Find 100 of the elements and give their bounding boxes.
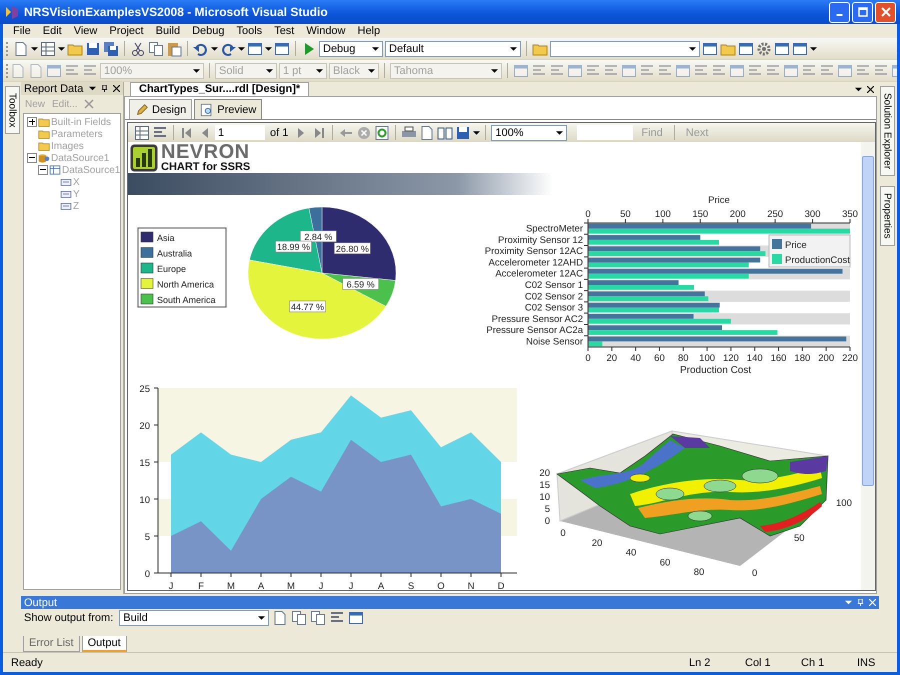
axis-tick-label: 50 xyxy=(794,533,805,544)
stop-icon[interactable] xyxy=(356,124,372,140)
field-icon xyxy=(60,176,72,188)
axis-tick-label: 350 xyxy=(842,209,858,220)
panel-title: Report Data xyxy=(24,82,84,94)
side-tab[interactable]: Properties xyxy=(880,186,894,246)
category-label: Noise Sensor xyxy=(526,336,583,348)
delete-icon[interactable] xyxy=(82,98,95,110)
data-label: 44.77 % xyxy=(289,300,326,312)
axis-tick-label: 160 xyxy=(770,353,786,364)
toolbox-tab[interactable]: Toolbox xyxy=(4,86,20,134)
caret-icon xyxy=(510,46,517,50)
caret-icon[interactable] xyxy=(238,46,245,50)
maximize-icon xyxy=(858,7,868,17)
scissors-icon[interactable] xyxy=(130,40,146,56)
category-label: C02 Sensor 2 xyxy=(524,291,583,302)
axis-tick-label: J xyxy=(318,581,324,592)
caret-icon[interactable] xyxy=(89,85,96,92)
caret-icon xyxy=(266,68,273,72)
window-icon[interactable] xyxy=(247,40,263,56)
axis-tick-label: 0 xyxy=(560,528,566,539)
category-label: Accelerometer 12AHD xyxy=(488,257,583,268)
configuration-dropdown[interactable]: Debug xyxy=(319,40,383,56)
caret-icon[interactable] xyxy=(58,46,65,50)
caret-icon[interactable] xyxy=(31,46,38,50)
find-field[interactable] xyxy=(577,125,634,140)
caret-icon[interactable] xyxy=(265,46,272,50)
close-icon[interactable] xyxy=(113,85,120,92)
menu-item[interactable]: Debug xyxy=(186,25,230,37)
zoom-dropdown[interactable]: 100% xyxy=(491,124,568,140)
menu-item[interactable]: Help xyxy=(352,25,386,37)
axis-tick-label: 10 xyxy=(540,492,550,503)
panel-title: Output xyxy=(24,596,58,608)
grid-icon[interactable] xyxy=(134,124,150,140)
menu-item[interactable]: Edit xyxy=(36,25,68,37)
category-label: C02 Sensor 1 xyxy=(524,280,583,291)
menu-item[interactable]: Window xyxy=(300,25,352,37)
clipboard-icon[interactable] xyxy=(166,40,182,56)
window-icon[interactable] xyxy=(774,40,790,56)
find-dropdown[interactable] xyxy=(550,40,700,56)
data-label: 2.84 % xyxy=(300,230,337,242)
menu-item[interactable]: File xyxy=(7,25,37,37)
axis-tick-label: 80 xyxy=(694,567,705,578)
copy-icon[interactable] xyxy=(291,610,308,626)
document-tab[interactable]: ChartTypes_Sur....rdl [Design]* xyxy=(130,82,310,96)
page-number-field[interactable]: 1 xyxy=(215,125,265,140)
axis-tick-label: O xyxy=(437,581,445,592)
side-tab[interactable]: Solution Explorer xyxy=(880,86,894,176)
output-source-dropdown[interactable]: Build xyxy=(119,610,270,626)
axis-tick-label: 0 xyxy=(752,568,758,579)
caret-icon[interactable] xyxy=(211,46,218,50)
window-icon[interactable] xyxy=(274,40,290,56)
panel-tab[interactable]: Output xyxy=(82,636,127,652)
axis-tick-label: M xyxy=(287,581,295,592)
view-tab[interactable]: Design xyxy=(129,99,192,119)
copy-icon[interactable] xyxy=(148,40,164,56)
folder-icon xyxy=(38,140,50,152)
axis-tick-label: 15 xyxy=(139,458,150,469)
platform-dropdown[interactable]: Default xyxy=(385,40,521,56)
menu-item[interactable]: Test xyxy=(268,25,300,37)
database-icon xyxy=(38,152,50,164)
view-tab[interactable]: Preview xyxy=(194,99,262,119)
bar-chart-logo-icon xyxy=(130,142,158,172)
window-icon[interactable] xyxy=(348,610,364,626)
axis-tick-label: 60 xyxy=(654,353,665,364)
menu-item[interactable]: Tools xyxy=(230,25,268,37)
line-number: Ln 2 xyxy=(689,656,712,668)
axis-tick-label: 20 xyxy=(606,353,618,364)
menu-item[interactable]: View xyxy=(68,25,104,37)
status-message: Ready xyxy=(10,656,44,668)
character-number: Ch 1 xyxy=(801,656,826,668)
menu-item[interactable]: Project xyxy=(103,25,150,37)
axis-tick-label: 120 xyxy=(722,353,739,364)
maximize-button[interactable] xyxy=(852,2,873,22)
page-icon[interactable] xyxy=(13,40,29,56)
pin-icon[interactable] xyxy=(101,85,108,92)
legend-label: Australia xyxy=(157,248,192,258)
axis-tick-label: 150 xyxy=(692,209,708,220)
panel-tab[interactable]: Error List xyxy=(23,636,80,652)
caret-icon[interactable] xyxy=(855,86,862,92)
vertical-scrollbar[interactable] xyxy=(861,142,875,590)
axis-tick-label: 180 xyxy=(794,353,810,364)
axis-tick-label: 15 xyxy=(540,480,550,491)
grid-icon[interactable] xyxy=(40,40,56,56)
category-label: C02 Sensor 3 xyxy=(524,302,583,314)
data-label: 6.59 % xyxy=(346,279,375,290)
window-icon[interactable] xyxy=(702,40,718,56)
window-icon[interactable] xyxy=(738,40,754,56)
minimize-button[interactable] xyxy=(829,2,850,22)
close-button[interactable] xyxy=(875,2,896,22)
caret-icon[interactable] xyxy=(473,130,480,134)
menu-item[interactable]: Build xyxy=(150,25,186,37)
disks-icon[interactable] xyxy=(103,40,119,56)
window-icon[interactable] xyxy=(792,40,808,56)
copy-icon[interactable] xyxy=(310,610,326,626)
book-icon[interactable] xyxy=(437,124,454,140)
caret-icon[interactable] xyxy=(810,46,817,50)
close-icon[interactable] xyxy=(867,86,874,92)
gear-icon[interactable] xyxy=(756,40,772,56)
refresh-icon[interactable] xyxy=(374,124,390,140)
